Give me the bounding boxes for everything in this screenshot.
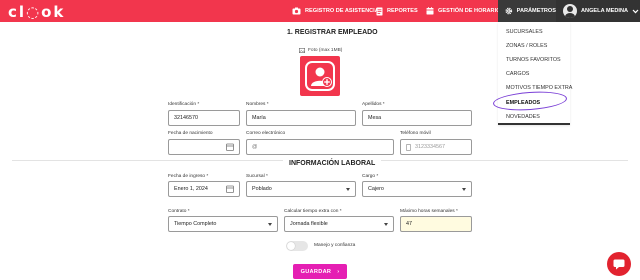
chevron-down-icon [384, 223, 388, 226]
birth-date-label: Fecha de nacimiento [168, 131, 213, 136]
chat-icon [613, 259, 625, 269]
max-hours-value: 47 [406, 221, 412, 227]
gear-icon [505, 7, 513, 15]
nav-gestion-horarios[interactable]: GESTIÓN DE HORARIOS [426, 0, 504, 22]
start-date-field[interactable]: Enero 1, 2024 [168, 181, 240, 197]
phone-field[interactable]: 3123334567 [400, 139, 472, 155]
nav-label: PARÁMETROS [516, 8, 556, 14]
top-navbar: cl◌ok REGISTRO DE ASISTENCIA REPORTES GE… [0, 0, 640, 22]
camera-icon [292, 7, 301, 15]
user-name: ANGELA MEDINA [581, 8, 629, 14]
overtime-calc-label: Calcular tiempo extra con * [284, 209, 342, 214]
chat-button[interactable] [607, 252, 631, 276]
email-field[interactable]: @ [246, 139, 394, 155]
position-select[interactable]: Cajero [362, 181, 472, 197]
dropdown-item-novedades[interactable]: NOVEDADES [506, 114, 540, 120]
save-button-label: GUARDAR [300, 268, 332, 275]
first-name-value: María [252, 115, 266, 121]
document-icon [376, 7, 383, 15]
manejo-confianza-toggle[interactable] [286, 241, 308, 251]
id-value: 32146570 [174, 115, 198, 121]
labor-title: INFORMACIÓN LABORAL [283, 160, 382, 167]
chevron-down-icon [268, 223, 272, 226]
chevron-down-icon [632, 9, 639, 13]
app-logo[interactable]: cl◌ok [8, 3, 65, 21]
start-date-label: Fecha de ingreso * [168, 174, 209, 179]
arrow-right-icon: › [337, 268, 340, 275]
branch-select[interactable]: Poblado [246, 181, 356, 197]
phone-placeholder: 3123334567 [415, 144, 445, 150]
calendar-icon [226, 185, 234, 193]
email-label: Correo electrónico [246, 131, 286, 136]
calendar-icon [426, 7, 434, 15]
dropdown-item-zonas-roles[interactable]: ZONAS / ROLES [506, 43, 547, 49]
contract-label: Contrato * [168, 209, 190, 214]
dropdown-item-motivos-tiempo-extra[interactable]: MOTIVOS TIEMPO EXTRA [506, 85, 572, 91]
chevron-down-icon [346, 188, 350, 191]
save-button[interactable]: GUARDAR › [293, 264, 347, 279]
nav-parametros[interactable]: PARÁMETROS [498, 0, 556, 22]
nav-reportes[interactable]: REPORTES [376, 0, 418, 22]
last-name-field[interactable]: Mesa [362, 110, 472, 126]
nav-registro-asistencia[interactable]: REGISTRO DE ASISTENCIA [292, 0, 379, 22]
start-date-value: Enero 1, 2024 [174, 186, 208, 192]
at-icon: @ [252, 144, 258, 150]
contract-value: Tiempo Completo [174, 221, 217, 227]
position-value: Cajero [368, 186, 384, 192]
position-label: Cargo * [362, 174, 379, 179]
chevron-down-icon [462, 188, 466, 191]
birth-date-field[interactable] [168, 139, 240, 155]
dropdown-item-turnos-favoritos[interactable]: TURNOS FAVORITOS [506, 57, 561, 63]
avatar [563, 4, 577, 18]
max-hours-field[interactable]: 47 [400, 216, 472, 232]
user-menu[interactable]: ANGELA MEDINA [556, 0, 640, 22]
id-label: Identificación * [168, 102, 200, 107]
id-field[interactable]: 32146570 [168, 110, 240, 126]
first-name-label: Nombres * [246, 102, 269, 107]
photo-label-text: Foto (max 1MB) [308, 48, 343, 53]
branch-value: Poblado [252, 186, 272, 192]
nav-label: GESTIÓN DE HORARIOS [438, 8, 505, 14]
first-name-field[interactable]: María [246, 110, 356, 126]
form-title: 1. REGISTRAR EMPLEADO [287, 29, 378, 36]
toggle-label: Manejo y confianza [314, 243, 356, 248]
nav-label: REPORTES [387, 8, 418, 14]
max-hours-label: Máximo horas semanales * [400, 209, 458, 214]
last-name-value: Mesa [368, 115, 382, 121]
nav-label: REGISTRO DE ASISTENCIA [305, 8, 379, 14]
image-icon [299, 48, 305, 53]
overtime-calc-select[interactable]: Jornada flexible [284, 216, 394, 232]
add-user-icon [305, 61, 335, 91]
dropdown-item-cargos[interactable]: CARGOS [506, 71, 529, 77]
dropdown-item-sucursales[interactable]: SUCURSALES [506, 29, 543, 35]
last-name-label: Apellidos * [362, 102, 385, 107]
contract-select[interactable]: Tiempo Completo [168, 216, 278, 232]
branch-label: Sucursal * [246, 174, 268, 179]
overtime-calc-value: Jornada flexible [290, 221, 328, 227]
photo-label: Foto (max 1MB) [299, 48, 342, 53]
phone-label: Teléfono móvil [400, 131, 431, 136]
photo-upload[interactable] [300, 56, 340, 96]
phone-icon [406, 143, 411, 151]
calendar-icon [226, 143, 234, 151]
